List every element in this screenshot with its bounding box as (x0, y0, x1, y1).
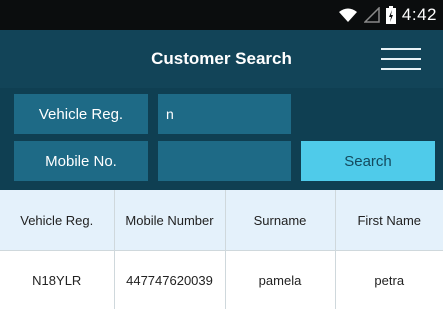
vehicle-reg-input[interactable] (158, 94, 291, 134)
results-table: Vehicle Reg. Mobile Number Surname First… (0, 190, 443, 309)
cell-mobile-number: 447747620039 (114, 251, 225, 309)
column-header-first-name[interactable]: First Name (335, 190, 443, 251)
hamburger-menu-icon[interactable] (381, 48, 421, 70)
cell-vehicle-reg: N18YLR (0, 251, 114, 309)
cell-first-name: petra (335, 251, 443, 309)
vehicle-reg-label: Vehicle Reg. (14, 94, 148, 134)
status-icons: 4:42 (338, 0, 437, 30)
menu-line (381, 58, 421, 60)
column-header-vehicle-reg[interactable]: Vehicle Reg. (0, 190, 114, 251)
cell-surname: pamela (225, 251, 335, 309)
table-row[interactable]: N18YLR 447747620039 pamela petra (0, 251, 443, 309)
wifi-icon (338, 7, 358, 23)
page-title: Customer Search (0, 30, 443, 88)
column-header-mobile-number[interactable]: Mobile Number (114, 190, 225, 251)
table-header-row: Vehicle Reg. Mobile Number Surname First… (0, 190, 443, 251)
status-time: 4:42 (402, 5, 437, 25)
app-header: Customer Search (0, 30, 443, 88)
status-bar: 4:42 (0, 0, 443, 30)
column-header-surname[interactable]: Surname (225, 190, 335, 251)
menu-line (381, 48, 421, 50)
signal-icon (364, 7, 380, 23)
mobile-no-label: Mobile No. (14, 141, 148, 181)
menu-line (381, 68, 421, 70)
battery-icon (386, 6, 396, 24)
search-button[interactable]: Search (301, 141, 435, 181)
mobile-no-input[interactable] (158, 141, 291, 181)
